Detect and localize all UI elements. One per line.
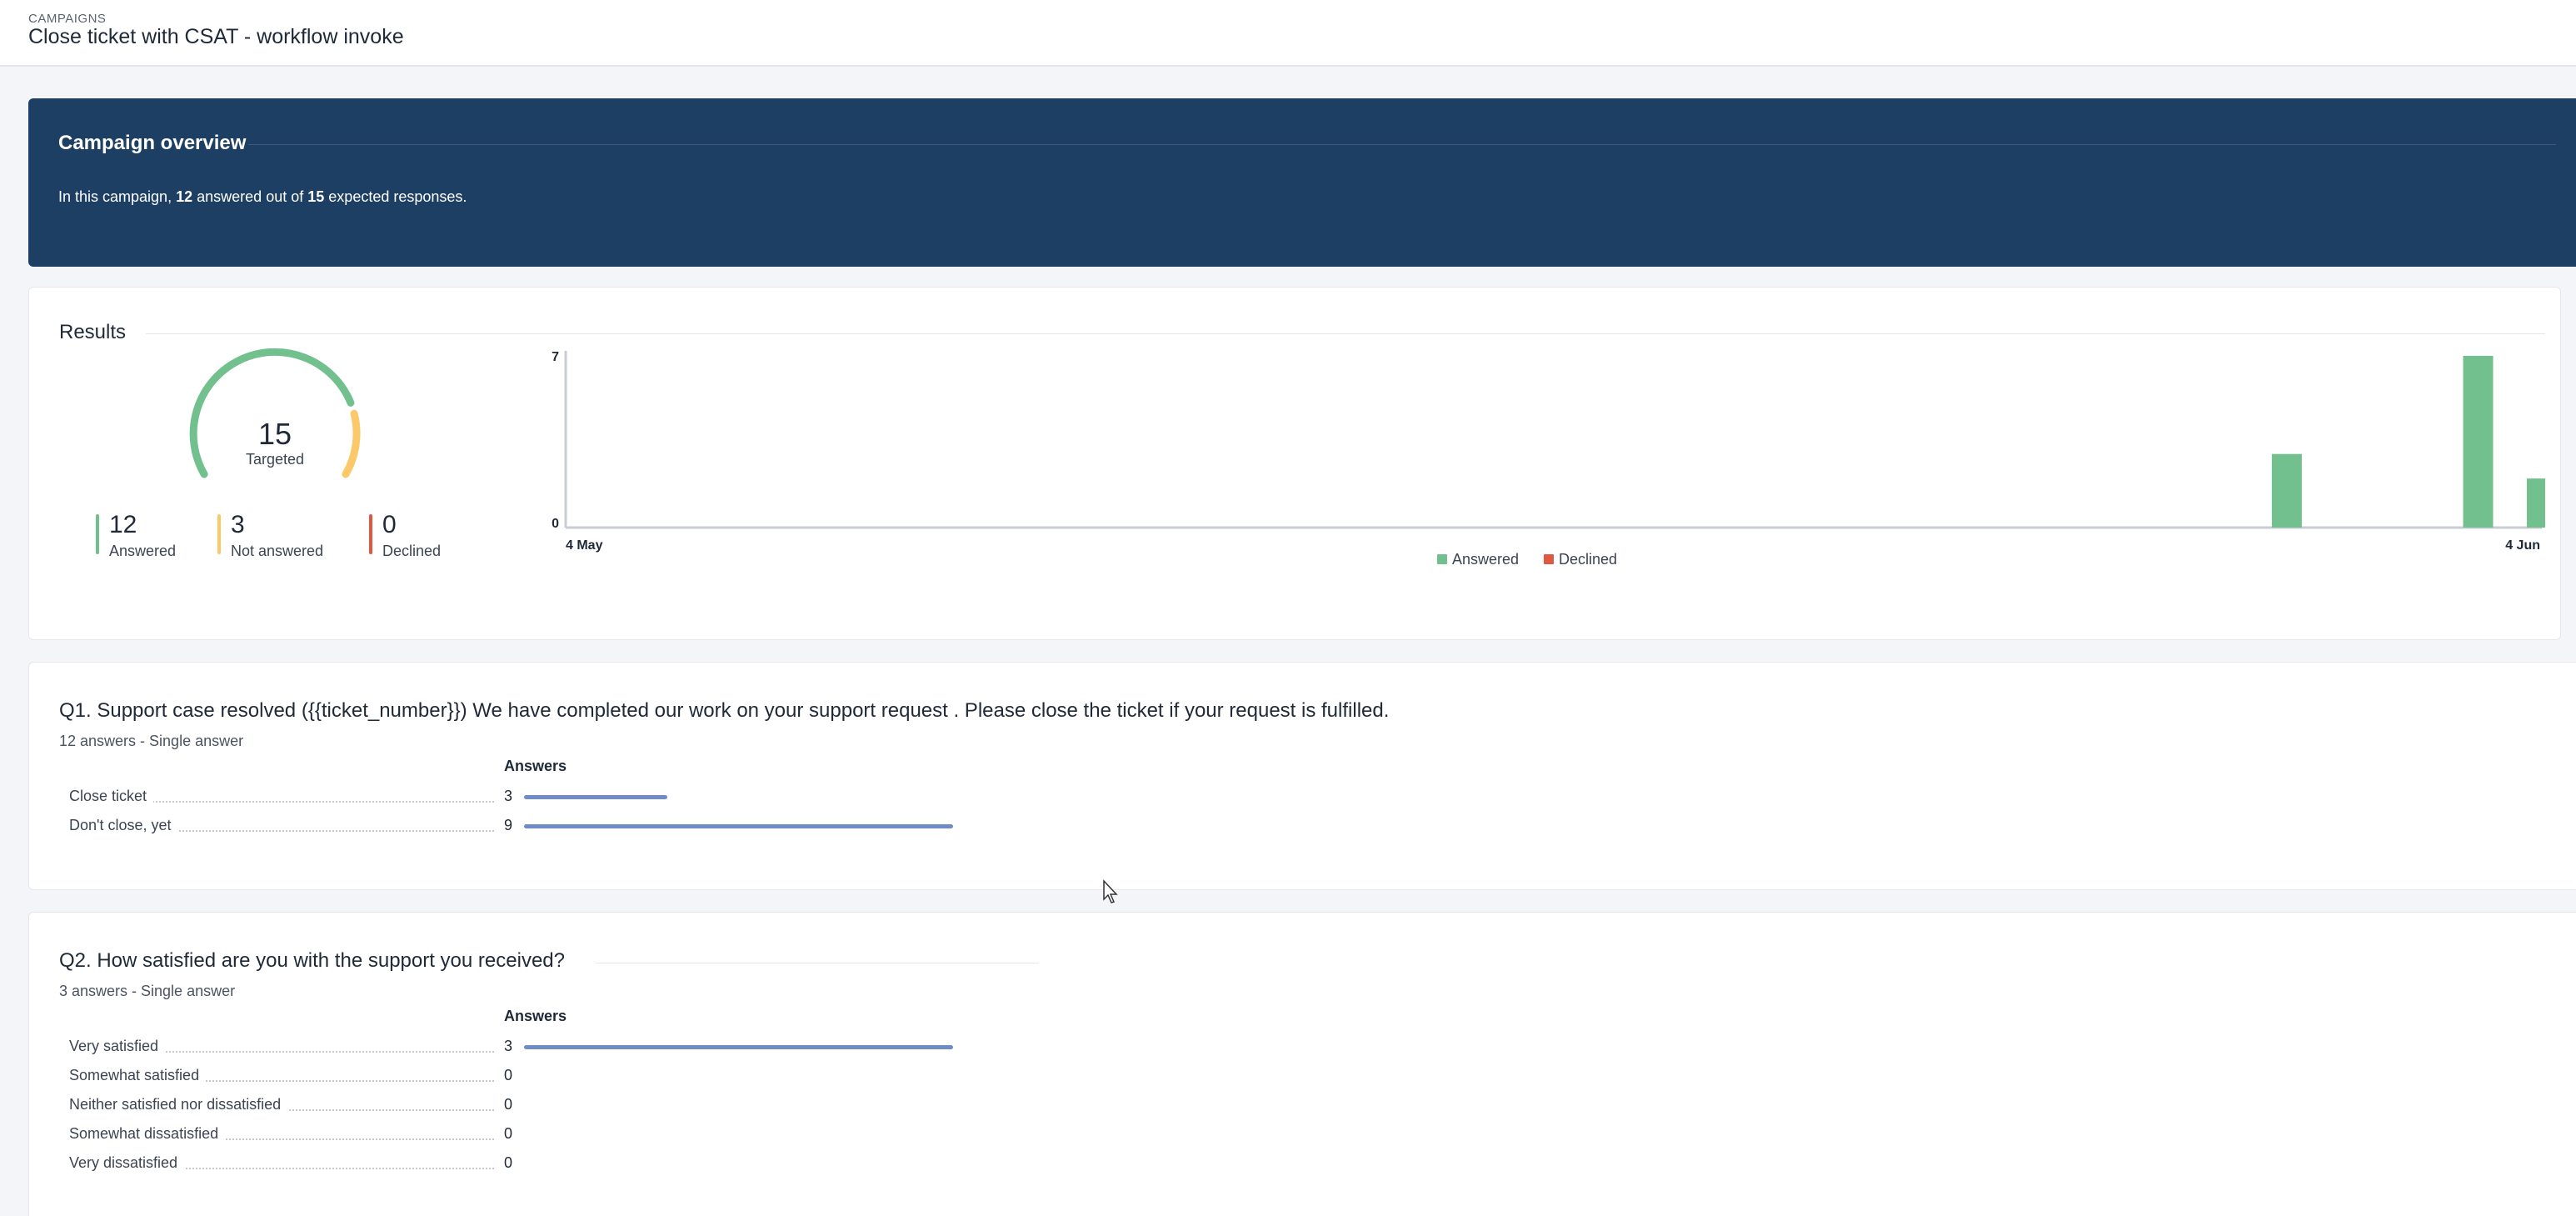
question-2-option-row: Very satisfied 3 bbox=[69, 1038, 1069, 1058]
results-divider bbox=[146, 333, 2545, 334]
results-title: Results bbox=[59, 321, 127, 343]
mouse-cursor-icon bbox=[1103, 879, 1118, 903]
question-2-option-row: Very dissatisfied 0 bbox=[69, 1154, 1069, 1174]
legend-swatch-answered bbox=[1437, 554, 1447, 564]
stat-declined-marker bbox=[369, 514, 372, 554]
question-1-title: Q1. Support case resolved ({{ticket_numb… bbox=[59, 699, 1390, 722]
question-1-card: Q1. Support case resolved ({{ticket_numb… bbox=[28, 662, 2576, 890]
legend-label-answered: Answered bbox=[1452, 551, 1519, 568]
option-count: 0 bbox=[504, 1154, 513, 1171]
question-2-card: Q2. How satisfied are you with the suppo… bbox=[28, 912, 2576, 1216]
overview-expected-count: 15 bbox=[307, 188, 325, 205]
option-count: 0 bbox=[504, 1096, 513, 1113]
overview-divider bbox=[248, 144, 2556, 145]
stat-answered-value: 12 bbox=[109, 511, 137, 538]
option-count: 3 bbox=[504, 788, 513, 804]
y-tick-label: 0 bbox=[552, 517, 559, 531]
overview-summary: In this campaign, 12 answered out of 15 … bbox=[58, 188, 467, 206]
campaign-overview-banner: Campaign overview In this campaign, 12 a… bbox=[28, 98, 2576, 267]
stat-declined-value: 0 bbox=[382, 511, 397, 538]
question-2-option-row: Somewhat dissatisfied 0 bbox=[69, 1125, 1069, 1145]
option-label: Somewhat satisfied bbox=[69, 1067, 207, 1084]
page-title: Close ticket with CSAT - workflow invoke bbox=[28, 25, 404, 48]
overview-title: Campaign overview bbox=[58, 132, 247, 154]
stat-declined-label: Declined bbox=[382, 543, 442, 559]
option-count: 0 bbox=[504, 1067, 513, 1083]
option-count: 3 bbox=[504, 1038, 513, 1054]
option-label: Very dissatisfied bbox=[69, 1154, 185, 1172]
page-header: CAMPAIGNS Close ticket with CSAT - workf… bbox=[0, 0, 2576, 67]
option-bar bbox=[524, 824, 953, 828]
y-tick-label: 7 bbox=[552, 350, 559, 364]
option-label: Neither satisfied nor dissatisfied bbox=[69, 1096, 288, 1113]
overview-text-middle: answered out of bbox=[197, 188, 304, 205]
question-1-option-row: Don't close, yet 9 bbox=[69, 817, 1069, 837]
overview-text-suffix: expected responses. bbox=[328, 188, 467, 205]
option-count: 9 bbox=[504, 817, 513, 833]
option-label: Very satisfied bbox=[69, 1038, 166, 1055]
question-2-subtitle: 3 answers - Single answer bbox=[59, 983, 236, 999]
gauge-label: Targeted bbox=[245, 451, 305, 468]
chart-bar-answered bbox=[2271, 453, 2302, 528]
option-label: Close ticket bbox=[69, 788, 154, 805]
x-tick-label: 4 May bbox=[566, 538, 603, 553]
stat-answered-label: Answered bbox=[109, 543, 177, 559]
chart-bar-answered bbox=[2463, 356, 2494, 528]
legend-label-declined: Declined bbox=[1559, 551, 1617, 568]
question-1-option-row: Close ticket 3 bbox=[69, 788, 1069, 808]
option-count: 0 bbox=[504, 1125, 513, 1142]
question-1-answers-header: Answers bbox=[504, 758, 567, 774]
stat-answered-marker bbox=[96, 514, 99, 554]
question-2-option-row: Neither satisfied nor dissatisfied 0 bbox=[69, 1096, 1069, 1116]
question-2-option-row: Somewhat satisfied 0 bbox=[69, 1067, 1069, 1087]
stat-not-answered-value: 3 bbox=[231, 511, 245, 538]
stat-not-answered-marker bbox=[217, 514, 221, 554]
overview-answered-count: 12 bbox=[176, 188, 193, 205]
option-bar bbox=[524, 795, 667, 799]
option-label: Somewhat dissatisfied bbox=[69, 1125, 226, 1143]
chart-bar-answered bbox=[2527, 478, 2545, 528]
gauge-not-answered-arc bbox=[342, 409, 361, 478]
stat-not-answered-label: Not answered bbox=[231, 543, 324, 559]
question-2-title: Q2. How satisfied are you with the suppo… bbox=[59, 949, 565, 972]
results-card: Results 15 Targeted 12 Answered 3 Not an… bbox=[28, 287, 2561, 640]
responses-bar-chart: 7 0 4 May 4 Jun Answered Declined bbox=[552, 350, 2545, 568]
gauge-total: 15 bbox=[257, 417, 292, 451]
question-1-subtitle: 12 answers - Single answer bbox=[59, 733, 244, 749]
breadcrumb[interactable]: CAMPAIGNS bbox=[28, 12, 106, 26]
legend-swatch-declined bbox=[1544, 554, 1554, 564]
question-2-answers-header: Answers bbox=[504, 1008, 567, 1024]
option-bar bbox=[524, 1045, 953, 1049]
option-label: Don't close, yet bbox=[69, 817, 178, 834]
overview-text-prefix: In this campaign, bbox=[58, 188, 172, 205]
x-tick-label: 4 Jun bbox=[2505, 538, 2540, 553]
